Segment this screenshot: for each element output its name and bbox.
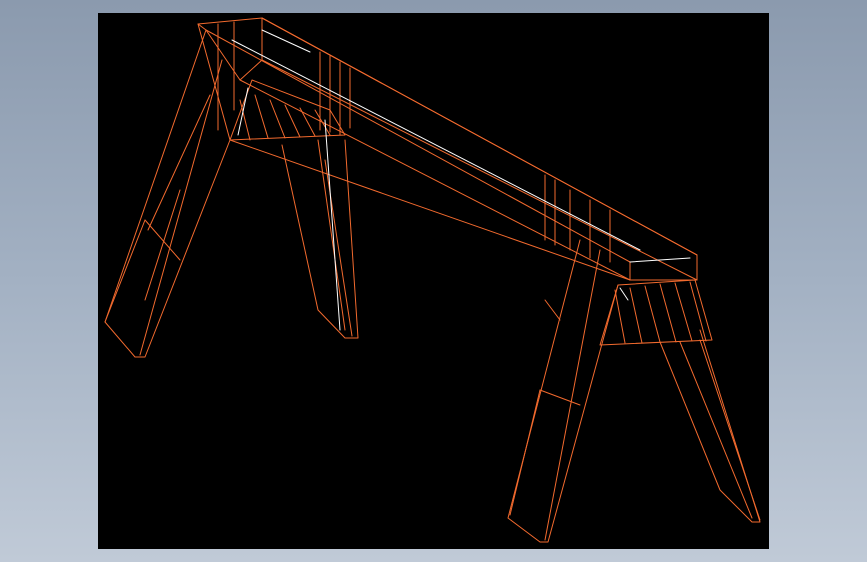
highlight-right-brace bbox=[619, 287, 629, 301]
right-brace-hatch-4 bbox=[659, 283, 677, 343]
beam-back-edge bbox=[205, 29, 631, 263]
left-brace-hatch-6 bbox=[314, 109, 331, 136]
left-front-leg-diag2 bbox=[104, 219, 146, 323]
right-front-leg-diag bbox=[539, 389, 581, 406]
beam-end-cap-right bbox=[629, 254, 698, 281]
right-brace-outline bbox=[599, 279, 713, 346]
highlight-beam-ridge bbox=[231, 39, 641, 251]
beam-end-cap-left bbox=[197, 17, 263, 81]
sawhorse-wireframe bbox=[104, 17, 761, 543]
right-front-leg-inner2 bbox=[509, 389, 541, 516]
beam-front-edge bbox=[261, 17, 698, 256]
left-back-leg-inner bbox=[317, 139, 346, 331]
right-brace-hatch-5 bbox=[674, 282, 693, 342]
right-brace-hatch-3 bbox=[644, 285, 661, 343]
beam-side-edge bbox=[261, 59, 698, 281]
left-front-leg-inner2 bbox=[147, 94, 211, 231]
right-front-leg-diag2 bbox=[544, 299, 561, 321]
right-front-leg bbox=[507, 239, 619, 543]
sawhorse-wireframe-drawing bbox=[104, 17, 761, 543]
left-brace-hatch-2 bbox=[254, 94, 269, 139]
left-front-leg-inner bbox=[139, 59, 223, 356]
left-front-leg bbox=[104, 29, 231, 358]
left-front-leg-diag bbox=[144, 219, 181, 261]
left-brace-hatch-5 bbox=[299, 107, 316, 137]
highlight-beam-ridge-2 bbox=[261, 29, 311, 53]
right-brace-hatch-2 bbox=[629, 287, 643, 344]
right-back-leg bbox=[659, 329, 761, 523]
highlight-left-leg bbox=[324, 119, 341, 331]
left-brace-hatch-3 bbox=[269, 99, 286, 139]
beam-bottom-edge bbox=[239, 79, 631, 281]
right-brace-hatch-1 bbox=[614, 289, 626, 344]
right-back-leg-inner2 bbox=[699, 339, 761, 521]
left-front-leg-diag3 bbox=[144, 189, 181, 301]
left-back-leg bbox=[281, 139, 359, 339]
cad-viewport[interactable] bbox=[98, 13, 769, 549]
right-back-leg-inner bbox=[679, 341, 753, 519]
